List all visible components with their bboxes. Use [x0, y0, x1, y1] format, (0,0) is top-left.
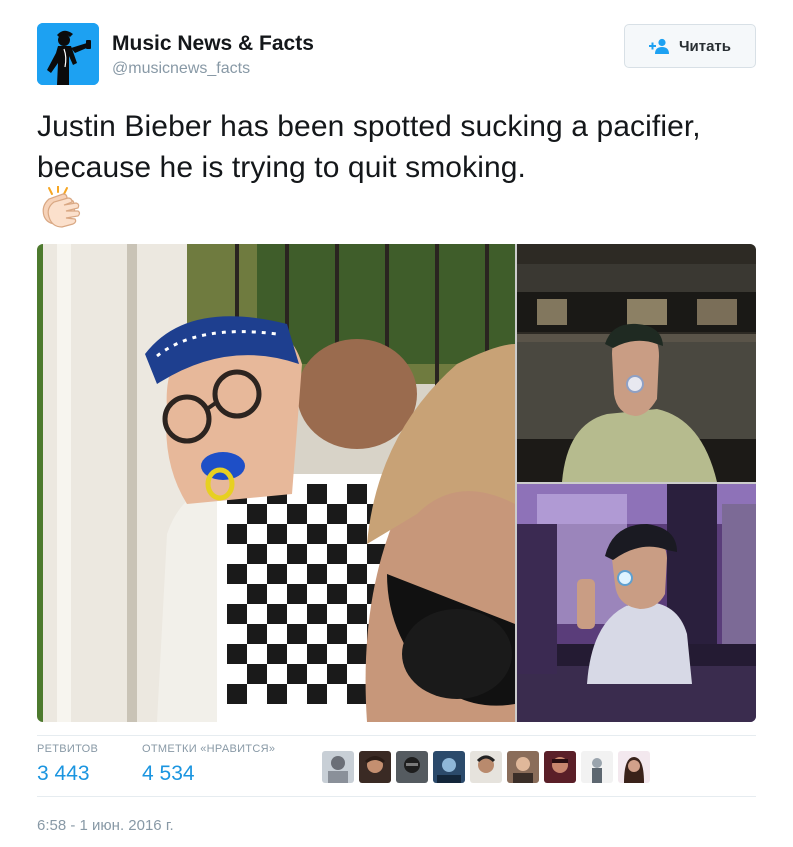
clapping-hands-emoji-icon [37, 186, 83, 228]
liker-avatar-1[interactable] [322, 751, 354, 783]
photo-main-image-icon [37, 244, 515, 722]
liker-avatar-5[interactable] [470, 751, 502, 783]
author-avatar-silhouette-icon [37, 23, 99, 85]
retweets-label: РЕТВИТОВ [37, 743, 99, 755]
photo-bottom-right-image-icon [517, 484, 756, 722]
liker-avatar-7[interactable] [544, 751, 576, 783]
tweet-text: Justin Bieber has been spotted sucking a… [37, 110, 701, 184]
retweets-stat[interactable]: РЕТВИТОВ 3 443 [37, 743, 98, 786]
likes-label: ОТМЕТКИ «НРАВИТСЯ» [142, 743, 276, 755]
follow-person-plus-icon [648, 38, 669, 54]
liker-avatar-4[interactable] [433, 751, 465, 783]
liker-avatar-9[interactable] [618, 751, 650, 783]
author-name[interactable]: Music News & Facts [112, 32, 314, 56]
photo-bottom-right[interactable] [517, 484, 756, 722]
photo-main[interactable] [37, 244, 515, 722]
likes-count: 4 534 [142, 762, 195, 785]
author-handle[interactable]: @musicnews_facts [112, 60, 250, 78]
follow-button[interactable]: Читать [624, 24, 756, 68]
tweet-timestamp[interactable]: 6:58 - 1 июн. 2016 г. [37, 817, 174, 834]
liker-avatar-2[interactable] [359, 751, 391, 783]
liker-avatar-6[interactable] [507, 751, 539, 783]
author-avatar[interactable] [37, 23, 99, 85]
photo-top-right[interactable] [517, 244, 756, 482]
liker-avatar-8[interactable] [581, 751, 613, 783]
stats-divider-bottom [37, 796, 756, 797]
retweets-count: 3 443 [37, 762, 90, 785]
liker-avatar-3[interactable] [396, 751, 428, 783]
media-grid [37, 244, 756, 722]
photo-top-right-image-icon [517, 244, 756, 482]
stats-divider-top [37, 735, 756, 736]
follow-button-label: Читать [678, 37, 732, 55]
likes-stat[interactable]: ОТМЕТКИ «НРАВИТСЯ» 4 534 [142, 743, 275, 786]
tweet-card: Music News & Facts @musicnews_facts Чита… [0, 0, 793, 847]
